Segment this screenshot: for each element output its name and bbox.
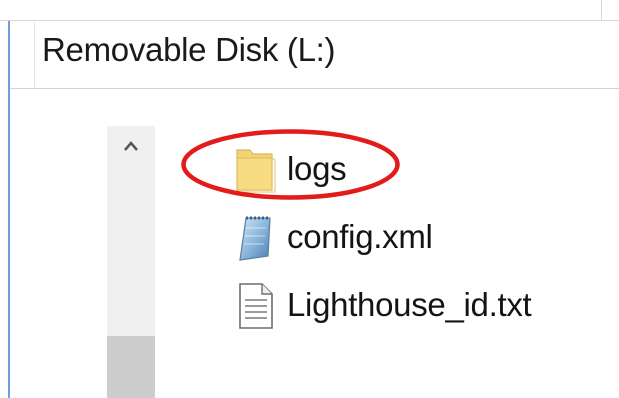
address-bar-divider	[10, 88, 619, 89]
file-item-logs[interactable]: logs	[160, 140, 580, 200]
address-bar-location-segment[interactable]	[10, 22, 35, 88]
file-explorer-window: Removable Disk (L:) logs config.xml Ligh…	[0, 0, 619, 398]
xml-file-icon	[232, 212, 280, 264]
scrollbar-thumb[interactable]	[107, 336, 155, 398]
file-list: logs config.xml Lighthouse_id.txt	[160, 126, 619, 398]
top-strip-divider	[601, 0, 602, 20]
address-bar-path[interactable]: Removable Disk (L:)	[42, 31, 336, 69]
file-name: Lighthouse_id.txt	[287, 286, 532, 323]
folder-icon	[232, 144, 280, 196]
scroll-up-arrow-icon[interactable]	[107, 126, 155, 166]
file-item-lighthouse-id-txt[interactable]: Lighthouse_id.txt	[160, 276, 580, 336]
file-name: logs	[287, 150, 347, 187]
window-top-strip	[0, 0, 619, 21]
text-file-icon	[232, 280, 280, 332]
file-item-config-xml[interactable]: config.xml	[160, 208, 580, 268]
file-name: config.xml	[287, 218, 433, 255]
